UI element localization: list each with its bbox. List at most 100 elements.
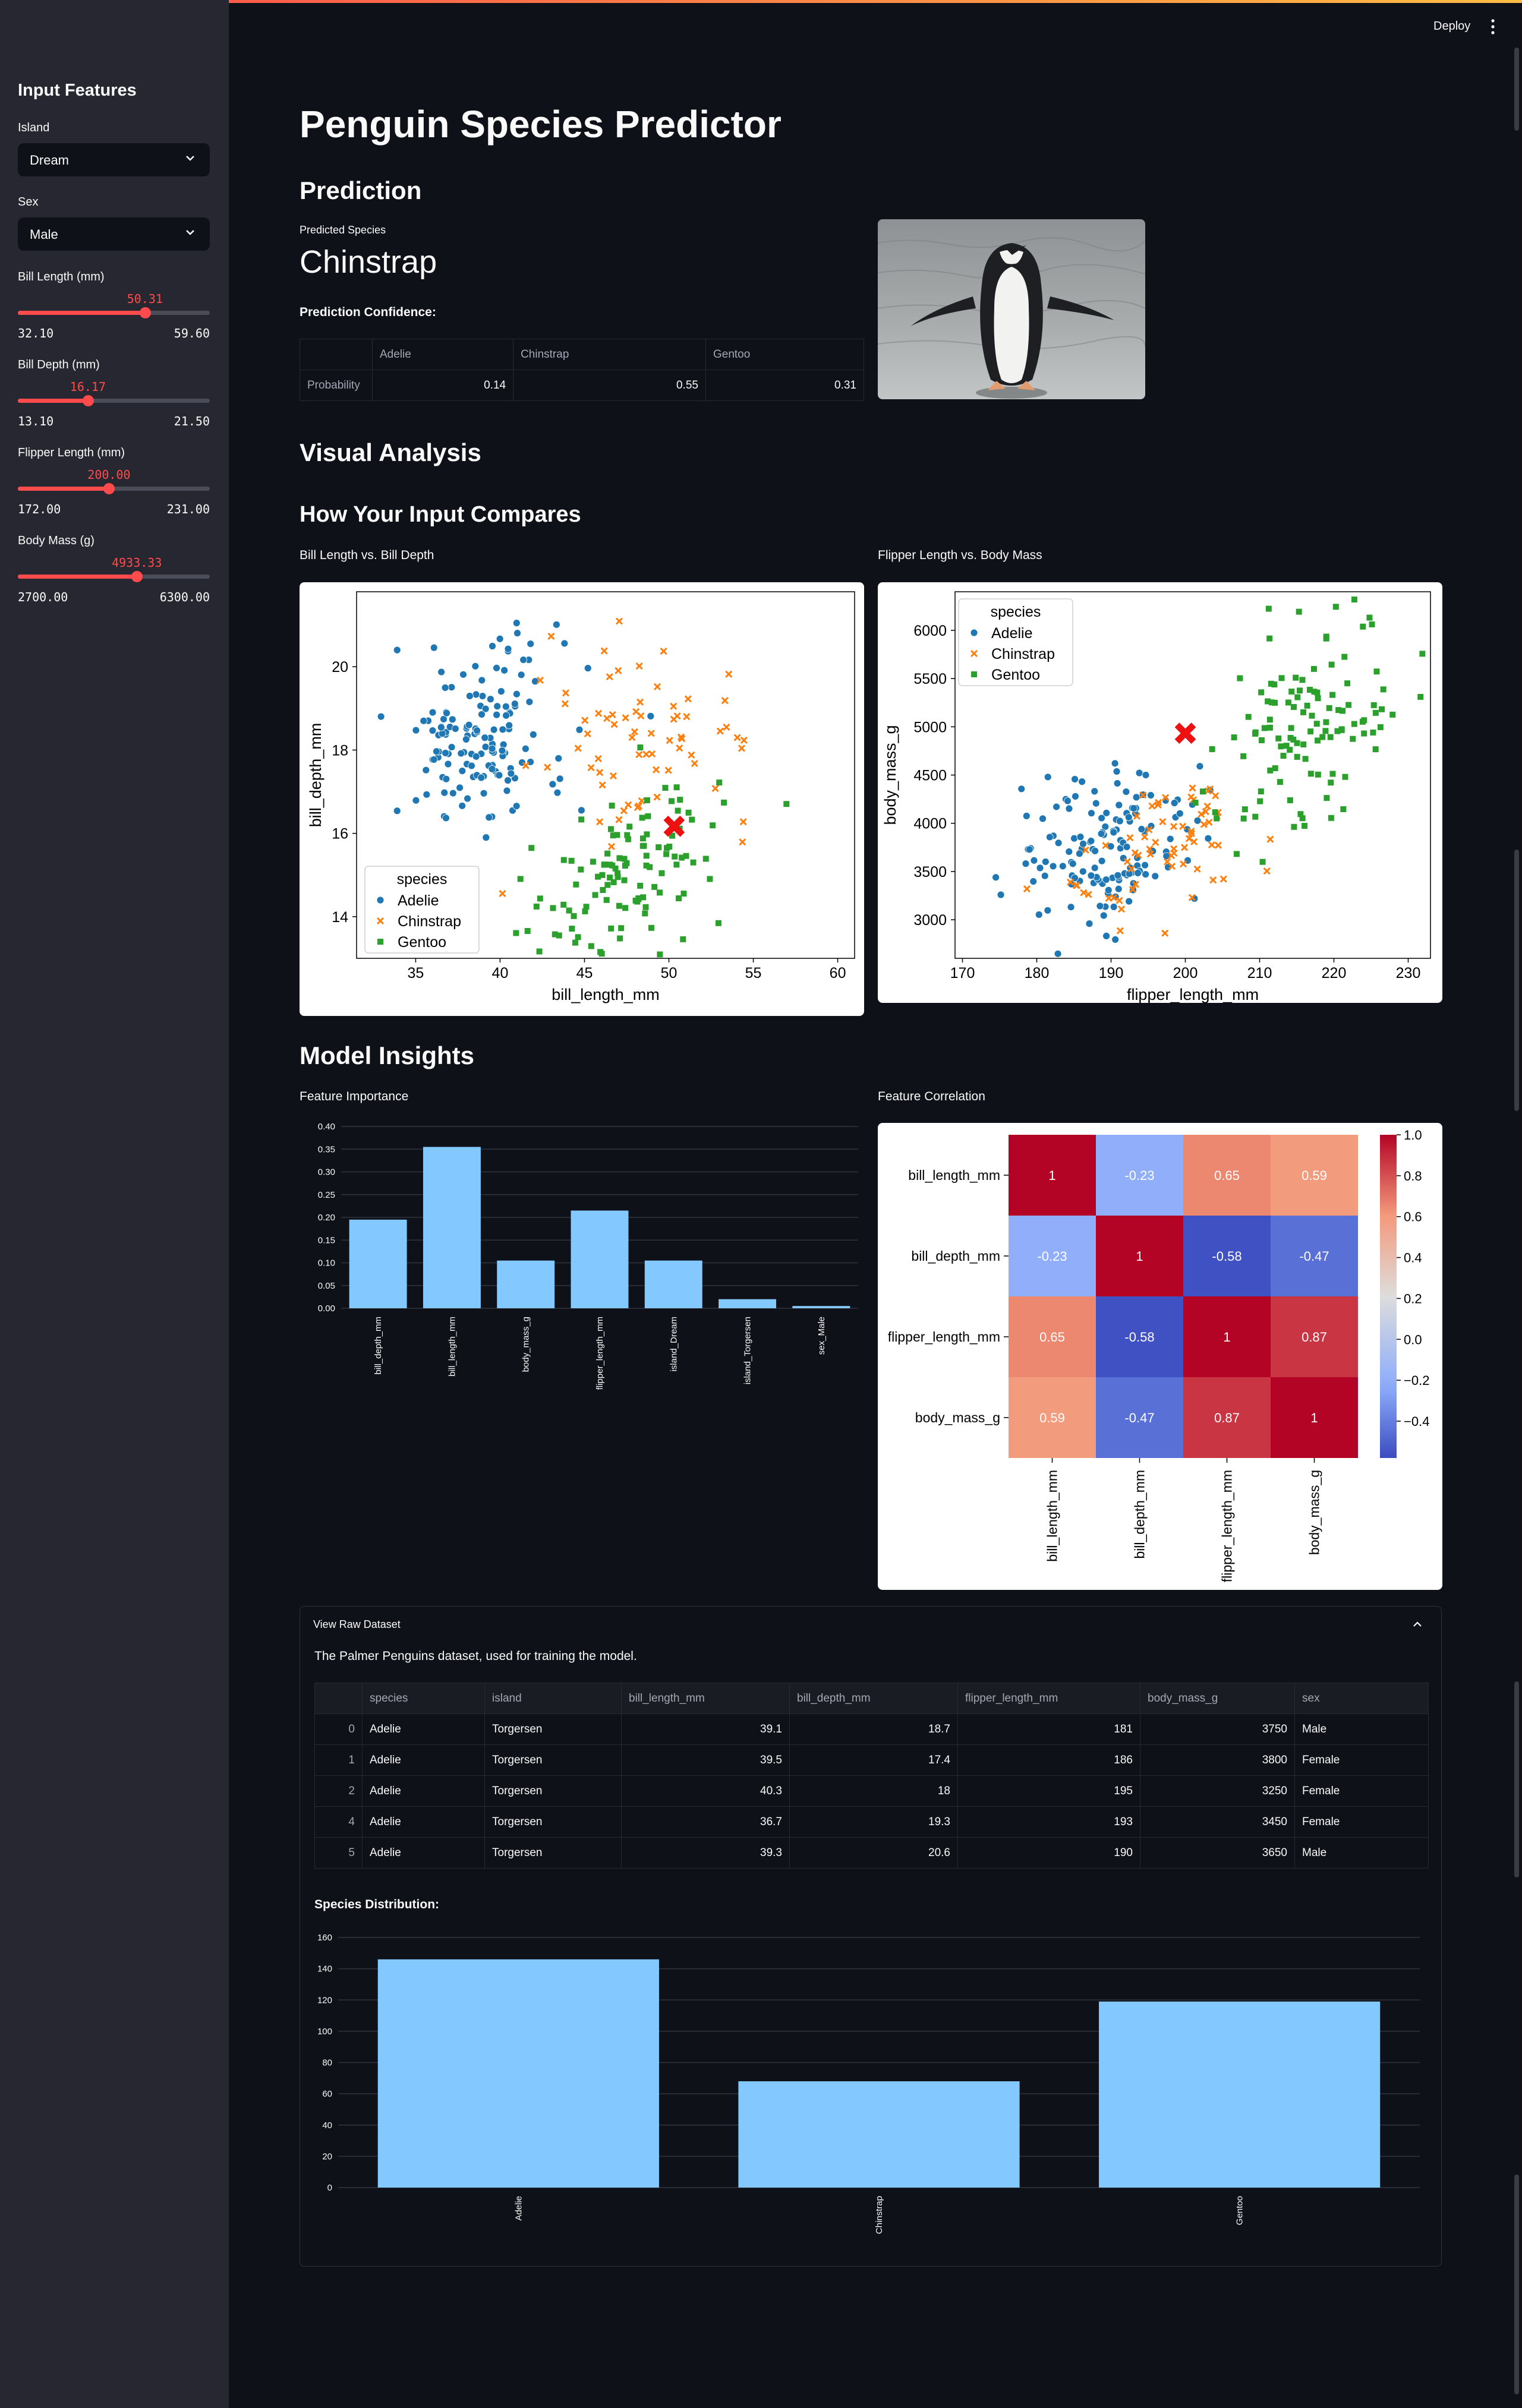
input-point-marker	[1174, 722, 1196, 744]
y-tick-label: 18	[332, 742, 348, 759]
legend-entry: Chinstrap	[398, 913, 461, 930]
slider-max: 231.00	[166, 502, 210, 516]
gentoo-point	[1328, 661, 1335, 668]
table-header-cell[interactable]: sex	[1294, 1683, 1429, 1714]
slider-max: 21.50	[174, 414, 210, 428]
gentoo-point	[616, 902, 622, 909]
legend-entry: Adelie	[991, 625, 1033, 642]
table-header-cell[interactable]: species	[362, 1683, 485, 1714]
adelie-point	[496, 635, 504, 643]
heatmap-value: 0.59	[1039, 1410, 1065, 1425]
table-header-cell[interactable]: Chinstrap	[513, 339, 706, 370]
adelie-point	[459, 670, 467, 678]
expander-title[interactable]: View Raw Dataset	[313, 1618, 401, 1631]
gentoo-point	[1294, 753, 1300, 760]
table-header-cell[interactable]: flipper_length_mm	[957, 1683, 1140, 1714]
table-header-cell[interactable]	[314, 1683, 363, 1714]
slider-thumb[interactable]	[131, 571, 143, 582]
gentoo-point	[528, 845, 535, 851]
flipper-length-slider[interactable]: 200.00 172.00 231.00	[18, 458, 210, 517]
gentoo-point	[573, 881, 579, 888]
bar	[423, 1147, 481, 1308]
scrollbar-thumb[interactable]	[1514, 48, 1519, 131]
gentoo-point	[1315, 695, 1321, 702]
legend-entry: Chinstrap	[991, 646, 1055, 662]
slider-thumb[interactable]	[103, 483, 115, 494]
table-header-cell[interactable]: Gentoo	[705, 339, 865, 370]
chinstrap-point	[1170, 849, 1178, 857]
gentoo-point	[1419, 651, 1426, 657]
chinstrap-point	[1123, 858, 1131, 866]
adelie-point	[1091, 847, 1099, 855]
table-header-cell[interactable]: Adelie	[371, 339, 514, 370]
y-tick-label: 4000	[913, 816, 947, 832]
adelie-point	[481, 734, 489, 742]
chinstrap-point	[1180, 844, 1189, 851]
table-cell: 39.1	[621, 1713, 790, 1745]
gentoo-point	[657, 951, 663, 958]
island-select[interactable]: Dream	[18, 143, 210, 176]
chinstrap-point	[622, 714, 629, 722]
table-header-cell[interactable]: bill_length_mm	[621, 1683, 790, 1714]
table-header-cell[interactable]: body_mass_g	[1140, 1683, 1295, 1714]
gentoo-point	[1214, 815, 1220, 822]
chevron-up-icon[interactable]	[1411, 1620, 1423, 1629]
adelie-point	[997, 891, 1005, 899]
sex-select-value: Male	[30, 227, 58, 242]
adelie-point	[512, 802, 521, 810]
scrollbar-thumb[interactable]	[1514, 2175, 1519, 2394]
sex-select[interactable]: Male	[18, 217, 210, 251]
adelie-point	[428, 727, 437, 734]
page-title: Penguin Species Predictor	[300, 103, 782, 146]
bill-length-slider[interactable]: 50.31 32.10 59.60	[18, 282, 210, 342]
x-tick-label: 45	[576, 965, 593, 981]
chinstrap-point	[642, 750, 650, 758]
body-mass-slider[interactable]: 4933.33 2700.00 6300.00	[18, 546, 210, 605]
gentoo-point	[1278, 675, 1285, 681]
table-cell: Female	[1294, 1806, 1429, 1838]
adelie-point	[1102, 932, 1110, 940]
gentoo-point	[640, 894, 647, 901]
heatmap-value: -0.58	[1124, 1330, 1154, 1345]
gentoo-point	[658, 870, 665, 876]
adelie-point	[462, 736, 470, 743]
slider-thumb[interactable]	[82, 395, 94, 406]
table-header-cell[interactable]: bill_depth_mm	[789, 1683, 958, 1714]
adelie-point	[1098, 814, 1106, 822]
gentoo-point	[648, 924, 654, 931]
slider-fill	[18, 399, 88, 403]
gentoo-point	[1328, 815, 1334, 821]
adelie-point	[1079, 867, 1087, 876]
y-tick-label: 140	[317, 1964, 332, 1974]
slider-thumb[interactable]	[139, 307, 151, 318]
gentoo-point	[668, 798, 675, 804]
gentoo-point	[663, 851, 670, 857]
x-tick-label: Chinstrap	[874, 2196, 884, 2234]
scrollbar[interactable]	[1514, 48, 1519, 2394]
adelie-point	[527, 640, 535, 648]
chinstrap-point	[636, 698, 644, 706]
more-menu-icon[interactable]	[1489, 18, 1496, 36]
deploy-button[interactable]: Deploy	[1433, 20, 1470, 33]
x-tick-label: island_Torgersen	[743, 1317, 753, 1384]
chinstrap-point	[562, 689, 570, 697]
gentoo-point	[560, 857, 567, 863]
slider-fill	[18, 311, 145, 315]
chinstrap-point	[581, 717, 589, 724]
scrollbar-thumb[interactable]	[1514, 1681, 1519, 1877]
gentoo-point	[1306, 686, 1313, 693]
gentoo-point	[689, 816, 695, 823]
table-header-cell[interactable]: island	[484, 1683, 622, 1714]
gentoo-point	[1389, 711, 1396, 718]
adelie-point	[458, 767, 467, 775]
bill-depth-slider[interactable]: 16.17 13.10 21.50	[18, 370, 210, 430]
adelie-point	[1025, 845, 1033, 854]
gentoo-point	[1345, 702, 1352, 708]
scrollbar-thumb[interactable]	[1514, 850, 1519, 1111]
gentoo-point	[1332, 604, 1339, 610]
gentoo-point	[1344, 680, 1351, 687]
chevron-down-icon	[186, 156, 194, 161]
gentoo-point	[1302, 823, 1308, 829]
chinstrap-point	[716, 727, 724, 735]
row-index: 5	[314, 1837, 363, 1869]
